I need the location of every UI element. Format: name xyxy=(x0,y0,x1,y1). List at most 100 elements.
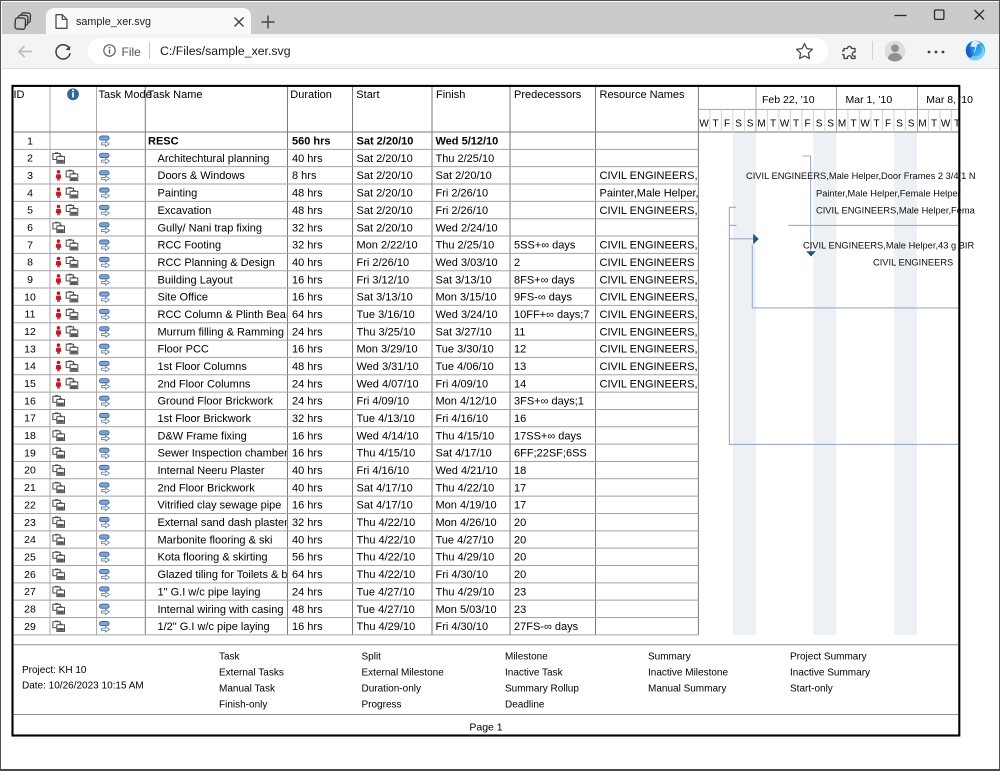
svg-text:24 hrs: 24 hrs xyxy=(292,586,323,598)
svg-text:23: 23 xyxy=(514,586,526,598)
svg-text:20: 20 xyxy=(514,569,526,581)
svg-text:CIVIL ENGINEERS,Male Helper,Fe: CIVIL ENGINEERS,Male Helper,Female Helpe… xyxy=(816,206,1000,216)
svg-text:Sat 4/17/10: Sat 4/17/10 xyxy=(357,482,413,494)
svg-text:Summary Rollup: Summary Rollup xyxy=(505,684,579,695)
svg-text:T: T xyxy=(851,118,857,129)
svg-text:Sat 2/20/10: Sat 2/20/10 xyxy=(357,188,413,200)
svg-text:11: 11 xyxy=(25,309,36,321)
svg-text:Tue 4/27/10: Tue 4/27/10 xyxy=(357,586,415,598)
svg-text:15: 15 xyxy=(24,378,36,390)
svg-text:Thu 3/25/10: Thu 3/25/10 xyxy=(357,326,416,338)
svg-text:Sat 3/27/10: Sat 3/27/10 xyxy=(436,326,492,338)
svg-text:40 hrs: 40 hrs xyxy=(292,257,323,269)
svg-text:Task Name: Task Name xyxy=(148,89,203,101)
svg-text:M: M xyxy=(757,118,765,129)
svg-text:48 hrs: 48 hrs xyxy=(292,188,323,200)
svg-text:Thu 2/25/10: Thu 2/25/10 xyxy=(436,240,495,252)
svg-text:S: S xyxy=(896,118,903,129)
svg-text:64 hrs: 64 hrs xyxy=(292,309,323,321)
svg-text:Mon 4/12/10: Mon 4/12/10 xyxy=(436,396,497,408)
svg-text:Thu 4/15/10: Thu 4/15/10 xyxy=(357,448,416,460)
svg-text:16: 16 xyxy=(24,395,36,407)
svg-text:Inactive Summary: Inactive Summary xyxy=(790,668,870,679)
svg-text:Mon 3/15/10: Mon 3/15/10 xyxy=(436,292,497,304)
svg-text:T: T xyxy=(770,118,776,129)
svg-text:S: S xyxy=(908,118,915,129)
svg-text:Thu 4/22/10: Thu 4/22/10 xyxy=(357,534,416,546)
svg-text:CIVIL ENGINEERS,Male Helper,43: CIVIL ENGINEERS,Male Helper,43 g BIRD xyxy=(803,240,981,250)
svg-text:560 hrs: 560 hrs xyxy=(292,136,331,148)
svg-text:17: 17 xyxy=(514,482,526,494)
svg-text:Inactive Task: Inactive Task xyxy=(505,668,564,679)
svg-text:S: S xyxy=(827,118,834,129)
svg-text:40 hrs: 40 hrs xyxy=(292,534,323,546)
svg-text:16 hrs: 16 hrs xyxy=(292,500,323,512)
svg-text:Inactive Milestone: Inactive Milestone xyxy=(648,668,728,679)
svg-text:Task Mode: Task Mode xyxy=(99,89,152,101)
svg-text:3FS+∞ days;1: 3FS+∞ days;1 xyxy=(514,396,584,408)
svg-text:26: 26 xyxy=(24,569,36,581)
svg-text:Deadline: Deadline xyxy=(505,700,545,711)
svg-text:16 hrs: 16 hrs xyxy=(292,448,323,460)
svg-text:W: W xyxy=(780,118,790,129)
svg-text:2: 2 xyxy=(27,153,33,165)
svg-text:Sat 3/13/10: Sat 3/13/10 xyxy=(357,292,413,304)
svg-text:Feb 22, ’10: Feb 22, ’10 xyxy=(762,94,815,106)
svg-text:9FS-∞ days: 9FS-∞ days xyxy=(514,292,572,304)
svg-text:2nd Floor Columns: 2nd Floor Columns xyxy=(158,378,251,390)
svg-text:17: 17 xyxy=(514,500,526,512)
svg-text:13: 13 xyxy=(24,343,36,355)
svg-text:Page 1: Page 1 xyxy=(469,722,502,734)
svg-text:External sand dash plaster: External sand dash plaster xyxy=(158,517,289,529)
svg-text:Fri 4/30/10: Fri 4/30/10 xyxy=(436,621,489,633)
svg-text:Fri 3/12/10: Fri 3/12/10 xyxy=(357,274,410,286)
svg-text:RCC Planning & Design: RCC Planning & Design xyxy=(158,257,275,269)
svg-text:17SS+∞ days: 17SS+∞ days xyxy=(514,430,582,442)
svg-text:Project: KH 10: Project: KH 10 xyxy=(22,665,87,676)
svg-text:48 hrs: 48 hrs xyxy=(292,205,323,217)
svg-text:18: 18 xyxy=(24,430,36,442)
svg-text:16 hrs: 16 hrs xyxy=(292,430,323,442)
svg-text:F: F xyxy=(885,118,891,129)
svg-text:Architechtural planning: Architechtural planning xyxy=(158,153,270,165)
svg-text:Mar 8, ’10: Mar 8, ’10 xyxy=(926,94,973,106)
svg-text:Mon 5/03/10: Mon 5/03/10 xyxy=(436,604,497,616)
svg-text:External Tasks: External Tasks xyxy=(219,668,284,679)
svg-text:Fri 4/16/10: Fri 4/16/10 xyxy=(436,413,489,425)
svg-text:T: T xyxy=(874,118,880,129)
svg-text:9: 9 xyxy=(27,274,33,286)
svg-text:Sat 4/17/10: Sat 4/17/10 xyxy=(436,448,492,460)
svg-text:12: 12 xyxy=(24,326,36,338)
svg-text:Mon 4/26/10: Mon 4/26/10 xyxy=(436,517,497,529)
svg-text:Tue 3/30/10: Tue 3/30/10 xyxy=(436,344,494,356)
svg-text:5: 5 xyxy=(27,205,33,217)
svg-text:T: T xyxy=(931,118,937,129)
svg-text:6: 6 xyxy=(27,222,33,234)
svg-text:Sat 2/20/10: Sat 2/20/10 xyxy=(357,222,413,234)
svg-text:S: S xyxy=(735,118,742,129)
svg-text:20: 20 xyxy=(514,534,526,546)
svg-text:Internal wiring with casing: Internal wiring with casing xyxy=(158,604,284,616)
svg-text:Sat 3/13/10: Sat 3/13/10 xyxy=(436,274,492,286)
svg-text:Wed 3/24/10: Wed 3/24/10 xyxy=(436,309,498,321)
svg-text:Glazed tiling for Toilets & b: Glazed tiling for Toilets & b xyxy=(158,569,288,581)
svg-text:Tue 4/06/10: Tue 4/06/10 xyxy=(436,361,494,373)
svg-text:Thu 4/22/10: Thu 4/22/10 xyxy=(357,569,416,581)
svg-text:Tue 4/13/10: Tue 4/13/10 xyxy=(357,413,415,425)
svg-text:12: 12 xyxy=(514,344,526,356)
svg-text:Thu 4/15/10: Thu 4/15/10 xyxy=(436,430,495,442)
svg-text:T: T xyxy=(793,118,799,129)
svg-text:Sat 2/20/10: Sat 2/20/10 xyxy=(357,153,413,165)
svg-text:Fri 2/26/10: Fri 2/26/10 xyxy=(436,205,489,217)
svg-text:S: S xyxy=(816,118,823,129)
svg-text:2nd Floor Brickwork: 2nd Floor Brickwork xyxy=(158,482,256,494)
svg-text:Wed 5/12/10: Wed 5/12/10 xyxy=(436,136,499,148)
svg-text:Thu 4/29/10: Thu 4/29/10 xyxy=(436,586,495,598)
svg-text:24 hrs: 24 hrs xyxy=(292,378,323,390)
svg-text:RCC Column & Plinth Beam: RCC Column & Plinth Beam xyxy=(158,309,296,321)
svg-text:W: W xyxy=(941,118,951,129)
svg-text:25: 25 xyxy=(24,551,36,563)
svg-text:8: 8 xyxy=(27,257,33,269)
svg-text:S: S xyxy=(747,118,754,129)
svg-text:24: 24 xyxy=(24,534,36,546)
